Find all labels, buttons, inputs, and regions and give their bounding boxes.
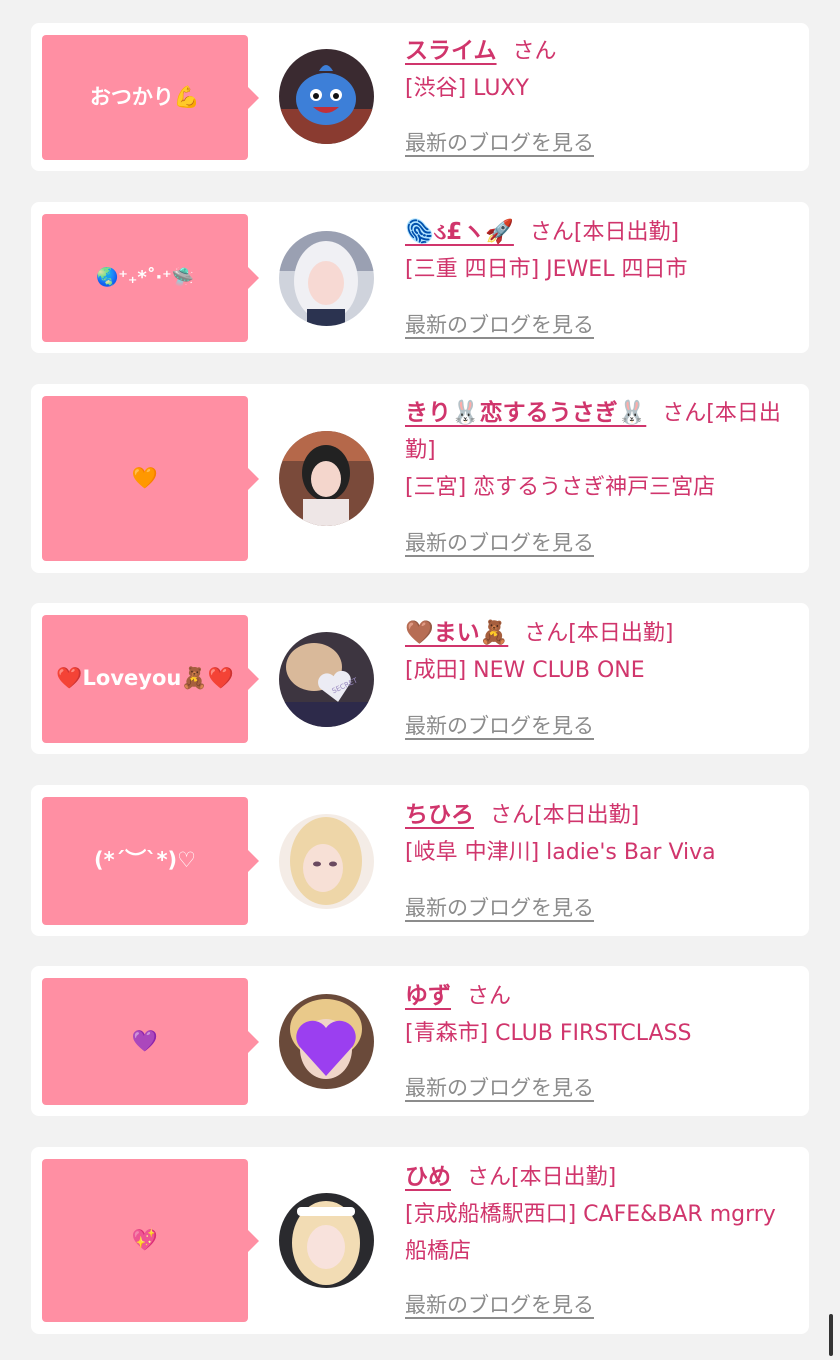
avatar[interactable] xyxy=(279,814,374,909)
avatar[interactable]: SECRET xyxy=(279,632,374,727)
cast-card: 💜 ゆず さん [青森市] CLUB FIRSTCLASS 最新のブログを見る xyxy=(31,966,809,1116)
avatar[interactable] xyxy=(279,1193,374,1288)
slime-mascot-photo-icon xyxy=(279,49,374,144)
message-text: 💖 xyxy=(131,1227,159,1252)
message-bubble: おつかり💪 xyxy=(42,35,259,160)
message-text: おつかり💪 xyxy=(89,84,201,109)
cast-card: 🧡 きり🐰恋するうさぎ🐰 さん[本日出勤] [三宮] 恋するうさぎ神戸三宮店 最新… xyxy=(31,384,809,573)
purple-heart-photo-icon xyxy=(279,994,374,1089)
message-bubble: 💜 xyxy=(42,978,259,1105)
blonde-girl-photo-icon xyxy=(279,814,374,909)
honorific: さん xyxy=(490,803,535,828)
secret-heart-photo-icon: SECRET xyxy=(279,632,374,727)
shop-label: [成田] NEW CLUB ONE xyxy=(405,658,645,683)
status-label: [本日出勤] xyxy=(568,621,674,646)
girl-with-bangs-photo-icon xyxy=(279,431,374,526)
cast-name-link[interactable]: ゆず xyxy=(405,983,451,1009)
message-bubble: 🌏⁺₊*˚‧⁺🛸 xyxy=(42,214,259,342)
cast-name-link[interactable]: きり🐰恋するうさぎ🐰 xyxy=(405,400,646,426)
cast-blog-list: おつかり💪 スライム さん [渋谷] LUXY 最新のブログを見る 🌏⁺₊*˚‧⁺… xyxy=(0,0,840,1360)
message-bubble: 💖 xyxy=(42,1159,259,1322)
cast-info: 🫆ડ£ヽ🚀 さん[本日出勤] [三重 四日市] JEWEL 四日市 xyxy=(405,214,800,288)
cast-info: きり🐰恋するうさぎ🐰 さん[本日出勤] [三宮] 恋するうさぎ神戸三宮店 xyxy=(405,395,800,506)
shop-label: [青森市] CLUB FIRSTCLASS xyxy=(405,1021,692,1046)
cast-card: ❤️Loveyou🧸❤️ SECRET 🤎まい🧸 さん[本日出勤] [成田] NE… xyxy=(31,603,809,754)
honorific: さん xyxy=(467,1165,512,1190)
honorific: さん xyxy=(529,220,574,245)
message-text: ❤️Loveyou🧸❤️ xyxy=(56,666,234,691)
honorific: さん xyxy=(467,984,512,1009)
honorific: さん xyxy=(524,621,569,646)
cast-name-link[interactable]: 🫆ડ£ヽ🚀 xyxy=(405,219,514,245)
blonde-girl-headband-photo-icon xyxy=(279,1193,374,1288)
honorific: さん xyxy=(512,39,557,64)
shop-label: [岐阜 中津川] ladie's Bar Viva xyxy=(405,840,716,865)
avatar[interactable] xyxy=(279,994,374,1089)
avatar[interactable] xyxy=(279,431,374,526)
latest-blog-link[interactable]: 最新のブログを見る xyxy=(405,309,594,339)
message-text: 🌏⁺₊*˚‧⁺🛸 xyxy=(95,267,194,289)
latest-blog-link[interactable]: 最新のブログを見る xyxy=(405,127,594,157)
cast-card: おつかり💪 スライム さん [渋谷] LUXY 最新のブログを見る xyxy=(31,23,809,171)
shop-label: [三宮] 恋するうさぎ神戸三宮店 xyxy=(405,475,716,500)
girl-with-white-hair-photo-icon xyxy=(279,231,374,326)
message-text: 💜 xyxy=(131,1028,159,1053)
cast-name-link[interactable]: スライム xyxy=(405,38,497,64)
cast-info: ひめ さん[本日出勤] [京成船橋駅西口] CAFE&BAR mgrry 船橋店 xyxy=(405,1159,800,1270)
latest-blog-link[interactable]: 最新のブログを見る xyxy=(405,1289,594,1319)
message-bubble: ❤️Loveyou🧸❤️ xyxy=(42,615,259,743)
latest-blog-link[interactable]: 最新のブログを見る xyxy=(405,892,594,922)
latest-blog-link[interactable]: 最新のブログを見る xyxy=(405,1072,594,1102)
shop-label: [渋谷] LUXY xyxy=(405,76,529,101)
cast-name-link[interactable]: 🤎まい🧸 xyxy=(405,620,508,646)
cast-name-link[interactable]: ひめ xyxy=(405,1164,451,1190)
cast-card: (*´︶`*)♡ ちひろ さん[本日出勤] [岐阜 中津川] ladie's Ba… xyxy=(31,785,809,936)
cast-card: 💖 ひめ さん[本日出勤] [京成船橋駅西口] CAFE&BAR mgrry 船橋… xyxy=(31,1147,809,1334)
scrollbar[interactable] xyxy=(829,1314,833,1356)
cast-card: 🌏⁺₊*˚‧⁺🛸 🫆ડ£ヽ🚀 さん[本日出勤] [三重 四日市] JEWEL 四日… xyxy=(31,202,809,353)
status-label: [本日出勤] xyxy=(573,220,680,245)
latest-blog-link[interactable]: 最新のブログを見る xyxy=(405,710,594,740)
status-label: [本日出勤] xyxy=(534,803,640,828)
cast-info: 🤎まい🧸 さん[本日出勤] [成田] NEW CLUB ONE xyxy=(405,615,800,689)
avatar[interactable] xyxy=(279,49,374,144)
shop-label: [京成船橋駅西口] CAFE&BAR mgrry 船橋店 xyxy=(405,1202,776,1264)
cast-name-link[interactable]: ちひろ xyxy=(405,802,474,828)
cast-info: ゆず さん [青森市] CLUB FIRSTCLASS xyxy=(405,978,800,1052)
message-text: 🧡 xyxy=(131,465,159,490)
shop-label: [三重 四日市] JEWEL 四日市 xyxy=(405,257,688,282)
honorific: さん xyxy=(662,401,707,426)
status-label: [本日出勤] xyxy=(511,1165,617,1190)
message-bubble: 🧡 xyxy=(42,396,259,561)
latest-blog-link[interactable]: 最新のブログを見る xyxy=(405,527,594,557)
avatar[interactable] xyxy=(279,231,374,326)
message-text: (*´︶`*)♡ xyxy=(94,848,196,873)
cast-info: ちひろ さん[本日出勤] [岐阜 中津川] ladie's Bar Viva xyxy=(405,797,800,871)
message-bubble: (*´︶`*)♡ xyxy=(42,797,259,925)
cast-info: スライム さん [渋谷] LUXY xyxy=(405,33,800,107)
